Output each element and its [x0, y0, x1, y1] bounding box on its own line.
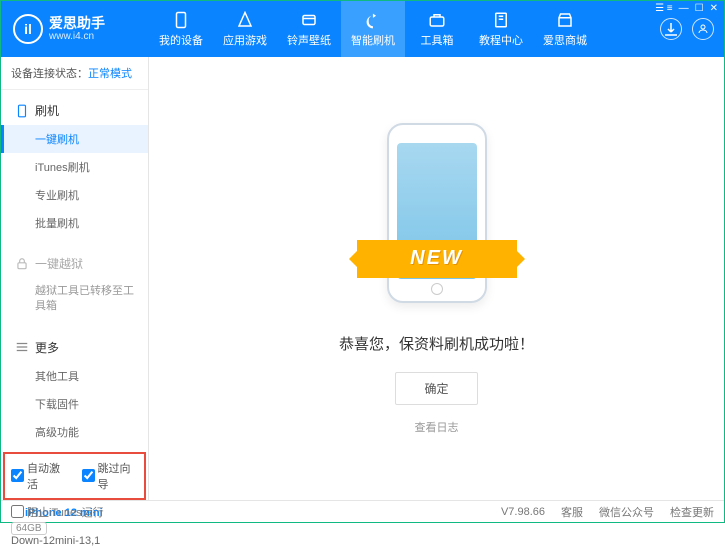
header-actions	[660, 1, 714, 57]
phone-icon	[15, 104, 29, 118]
sidebar-item-flash-1[interactable]: iTunes刷机	[1, 153, 148, 181]
menu-icon	[15, 340, 29, 354]
version-label: V7.98.66	[501, 506, 545, 518]
sidebar-header-jailbreak-label: 一键越狱	[35, 255, 83, 272]
sidebar-item-more-0[interactable]: 其他工具	[1, 362, 148, 390]
brand-title: 爱思助手	[49, 15, 105, 32]
options-box: 自动激活 跳过向导	[3, 452, 146, 500]
success-message: 恭喜您，保资料刷机成功啦！	[339, 333, 534, 354]
ok-button[interactable]: 确定	[395, 372, 477, 405]
sidebar-header-flash[interactable]: 刷机	[1, 96, 148, 125]
nav-music[interactable]: 铃声壁纸	[277, 1, 341, 57]
sidebar-header-jailbreak[interactable]: 一键越狱	[1, 249, 148, 278]
sidebar-header-more[interactable]: 更多	[1, 333, 148, 362]
sidebar: 设备连接状态：正常模式 刷机 一键刷机iTunes刷机专业刷机批量刷机 一键越狱…	[1, 57, 149, 500]
nav-label: 铃声壁纸	[287, 32, 331, 48]
brand-url: www.i4.cn	[49, 31, 105, 43]
checkbox-block-itunes[interactable]: 阻止iTunes运行	[11, 504, 104, 520]
logo-icon: il	[13, 14, 43, 44]
device-firmware: Down-12mini-13,1	[11, 535, 138, 547]
service-link[interactable]: 客服	[561, 504, 583, 520]
download-button[interactable]	[660, 18, 682, 40]
sidebar-item-flash-3[interactable]: 批量刷机	[1, 209, 148, 237]
nav-book[interactable]: 教程中心	[469, 1, 533, 57]
nav-toolbox[interactable]: 工具箱	[405, 1, 469, 57]
nav-label: 应用游戏	[223, 32, 267, 48]
view-log-link[interactable]: 查看日志	[415, 419, 459, 435]
nav-label: 我的设备	[159, 32, 203, 48]
wechat-link[interactable]: 微信公众号	[599, 504, 654, 520]
refresh-icon	[364, 11, 382, 29]
nav-label: 爱思商城	[543, 32, 587, 48]
storage-badge: 64GB	[11, 522, 47, 535]
toolbox-icon	[428, 11, 446, 29]
music-icon	[300, 11, 318, 29]
nav-apps[interactable]: 应用游戏	[213, 1, 277, 57]
checkbox-block-itunes-label: 阻止iTunes运行	[27, 504, 104, 520]
sidebar-item-flash-2[interactable]: 专业刷机	[1, 181, 148, 209]
sidebar-item-flash-0[interactable]: 一键刷机	[1, 125, 148, 153]
main-nav: 我的设备 应用游戏 铃声壁纸 智能刷机 工具箱 教程中心 爱思商城	[149, 1, 597, 57]
checkbox-auto-activate-label: 自动激活	[27, 460, 68, 492]
store-icon	[556, 11, 574, 29]
nav-phone[interactable]: 我的设备	[149, 1, 213, 57]
nav-label: 工具箱	[421, 32, 454, 48]
checkbox-skip-guide-label: 跳过向导	[98, 460, 139, 492]
book-icon	[492, 11, 510, 29]
nav-label: 智能刷机	[351, 32, 395, 48]
jailbreak-note: 越狱工具已转移至工具箱	[1, 278, 148, 321]
status-value: 正常模式	[88, 68, 132, 80]
new-banner: NEW	[357, 240, 517, 278]
brand: il 爱思助手 www.i4.cn	[1, 14, 149, 44]
check-update-link[interactable]: 检查更新	[670, 504, 714, 520]
nav-refresh[interactable]: 智能刷机	[341, 1, 405, 57]
sidebar-item-more-1[interactable]: 下载固件	[1, 390, 148, 418]
nav-label: 教程中心	[479, 32, 523, 48]
phone-illustration: NEW	[372, 123, 502, 313]
user-button[interactable]	[692, 18, 714, 40]
sidebar-header-flash-label: 刷机	[35, 102, 59, 119]
lock-icon	[15, 257, 29, 271]
status-label: 设备连接状态：	[11, 68, 88, 80]
sidebar-header-more-label: 更多	[35, 339, 59, 356]
main-content: NEW 恭喜您，保资料刷机成功啦！ 确定 查看日志	[149, 57, 724, 500]
phone-icon	[172, 11, 190, 29]
sidebar-item-more-2[interactable]: 高级功能	[1, 418, 148, 446]
nav-store[interactable]: 爱思商城	[533, 1, 597, 57]
checkbox-skip-guide[interactable]: 跳过向导	[82, 460, 139, 492]
checkbox-auto-activate[interactable]: 自动激活	[11, 460, 68, 492]
apps-icon	[236, 11, 254, 29]
app-header: ☰ ≡ — ☐ ✕ il 爱思助手 www.i4.cn 我的设备应用游戏铃声壁纸…	[1, 1, 724, 57]
device-status: 设备连接状态：正常模式	[1, 57, 148, 90]
